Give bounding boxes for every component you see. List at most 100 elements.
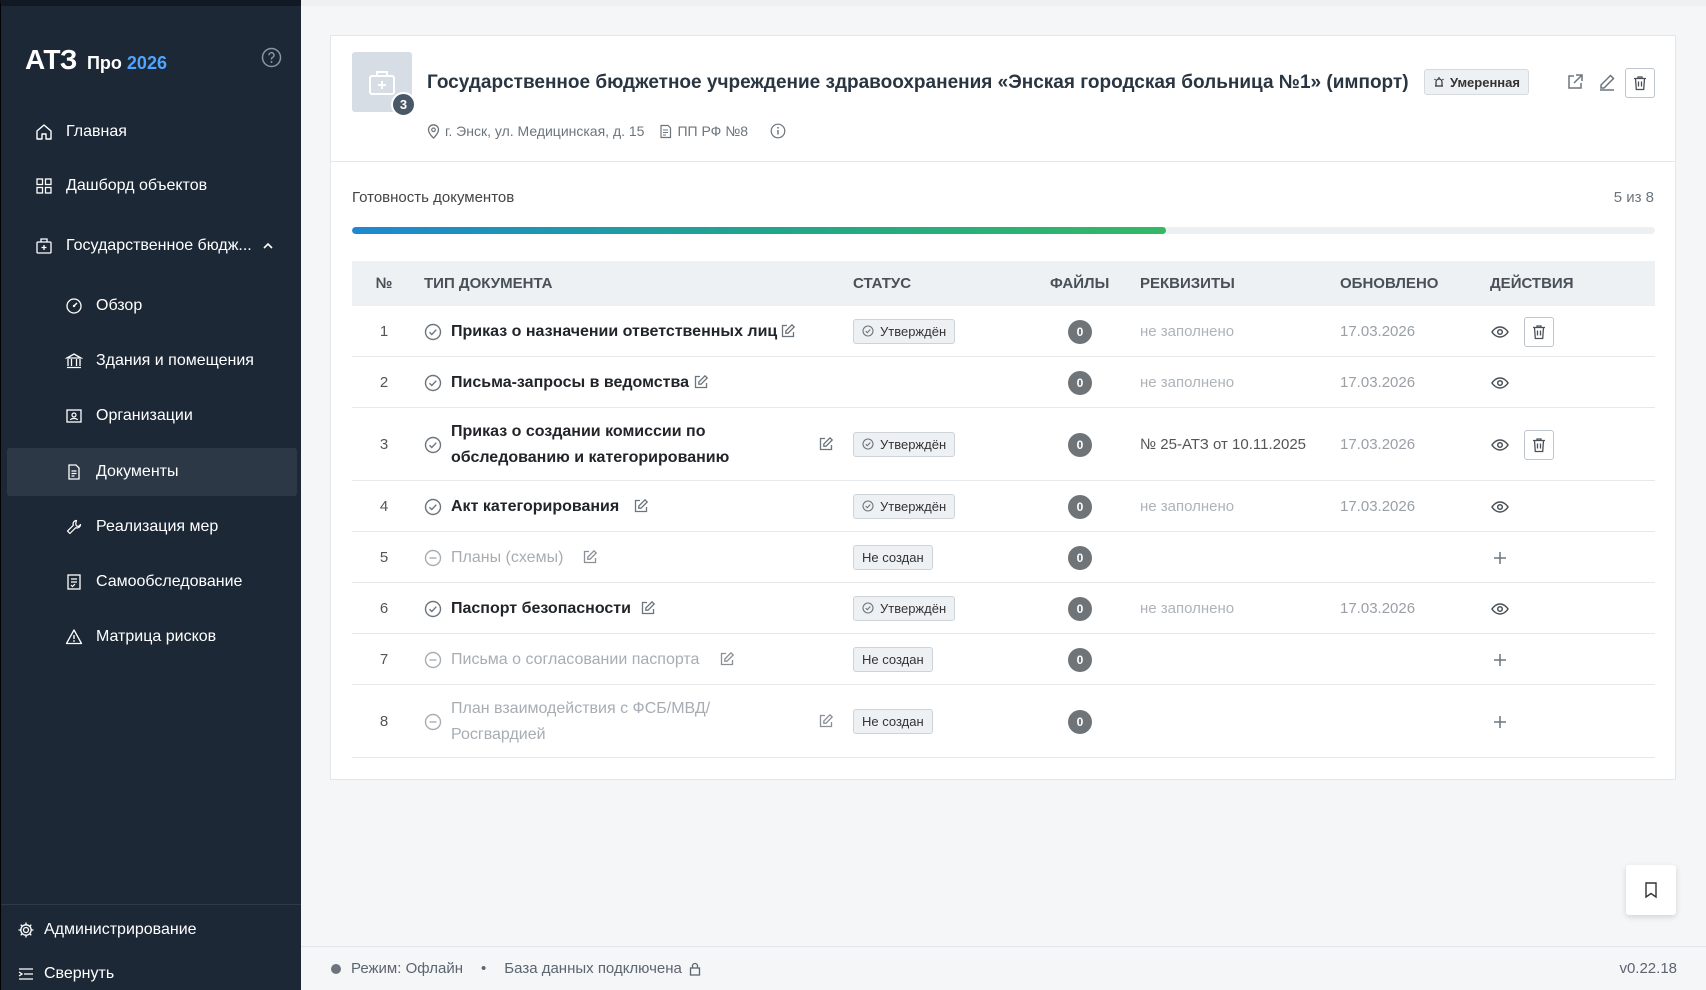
bank-icon bbox=[65, 352, 83, 370]
document-name[interactable]: Приказ о назначении ответственных лиц bbox=[451, 319, 777, 345]
nav-self-check[interactable]: Самообследование bbox=[7, 558, 297, 606]
document-name[interactable]: Приказ о создании комиссии по обследовани… bbox=[451, 419, 729, 471]
document-name[interactable]: Акт категорирования bbox=[451, 494, 619, 520]
status-check-icon bbox=[862, 438, 880, 450]
document-list-icon bbox=[660, 124, 672, 138]
gear-icon bbox=[17, 921, 35, 939]
collapse-button[interactable]: Свернуть bbox=[17, 965, 114, 983]
edit-icon[interactable] bbox=[693, 374, 709, 390]
grid-icon bbox=[35, 177, 53, 195]
files-count-badge[interactable]: 0 bbox=[1068, 432, 1092, 457]
readiness-progress-fill bbox=[352, 227, 1167, 234]
files-count-badge[interactable]: 0 bbox=[1068, 494, 1092, 519]
open-external-icon[interactable] bbox=[1565, 72, 1585, 92]
files-count-badge[interactable]: 0 bbox=[1068, 709, 1092, 734]
eye-icon[interactable] bbox=[1490, 322, 1510, 342]
object-badge-count: 3 bbox=[391, 92, 416, 117]
nav-dashboard[interactable]: Дашборд объектов bbox=[7, 162, 297, 210]
eye-icon[interactable] bbox=[1490, 599, 1510, 619]
card-divider bbox=[331, 161, 1675, 162]
requisites-value: не заполнено bbox=[1140, 322, 1235, 340]
edit-icon[interactable] bbox=[640, 600, 656, 616]
logo-year: 2026 bbox=[126, 53, 167, 73]
document-icon bbox=[65, 463, 83, 481]
hospital-icon bbox=[35, 237, 53, 255]
bookmark-button[interactable] bbox=[1626, 865, 1676, 915]
col-files: ФАЙЛЫ bbox=[1050, 275, 1110, 292]
status-badge: Не создан bbox=[853, 646, 933, 672]
files-count-badge[interactable]: 0 bbox=[1068, 319, 1092, 344]
delete-object-button[interactable] bbox=[1625, 68, 1655, 98]
object-title: Государственное бюджетное учреждение здр… bbox=[427, 72, 1409, 93]
files-count-badge[interactable]: 0 bbox=[1068, 596, 1092, 621]
documents-table: № ТИП ДОКУМЕНТА СТАТУС ФАЙЛЫ РЕКВИЗИТЫ О… bbox=[352, 261, 1655, 758]
table-row: 5 Планы (схемы) Не создан 0 bbox=[352, 532, 1655, 583]
plus-icon[interactable] bbox=[1491, 713, 1509, 731]
table-row: 6 Паспорт безопасности Утверждён 0 не заполн… bbox=[352, 583, 1655, 634]
nav-object-label: Государственное бюдж... bbox=[66, 237, 252, 254]
pencil-icon[interactable] bbox=[1597, 72, 1617, 92]
nav-measures[interactable]: Реализация мер bbox=[7, 503, 297, 551]
row-number: 6 bbox=[379, 599, 389, 617]
alarm-icon bbox=[1434, 77, 1444, 87]
files-count-badge[interactable]: 0 bbox=[1068, 545, 1092, 570]
status-check-icon bbox=[862, 500, 880, 512]
updated-date: 17.03.2026 bbox=[1340, 435, 1416, 453]
edit-icon[interactable] bbox=[633, 498, 649, 514]
status-check-icon bbox=[862, 325, 880, 337]
col-actions: ДЕЙСТВИЯ bbox=[1490, 275, 1574, 292]
files-count-badge[interactable]: 0 bbox=[1068, 647, 1092, 672]
collapse-icon bbox=[17, 965, 35, 983]
risk-level-badge: Умеренная bbox=[1424, 69, 1529, 95]
nav-home[interactable]: Главная bbox=[7, 108, 297, 156]
edit-icon[interactable] bbox=[818, 713, 834, 729]
eye-icon[interactable] bbox=[1490, 373, 1510, 393]
check-circle-icon bbox=[424, 498, 442, 516]
nav-risk-matrix-label: Матрица рисков bbox=[96, 628, 217, 645]
row-number: 1 bbox=[379, 322, 389, 340]
edit-icon[interactable] bbox=[582, 549, 598, 565]
document-name[interactable]: План взаимодействия с ФСБ/МВД/Росгвардие… bbox=[451, 696, 710, 748]
clipboard-check-icon bbox=[65, 573, 83, 591]
plus-icon[interactable] bbox=[1491, 549, 1509, 567]
edit-icon[interactable] bbox=[719, 651, 735, 667]
db-status: База данных подключена bbox=[504, 960, 682, 977]
files-count-badge[interactable]: 0 bbox=[1068, 370, 1092, 395]
document-name[interactable]: Паспорт безопасности bbox=[451, 596, 631, 622]
gauge-icon bbox=[65, 297, 83, 315]
edit-icon[interactable] bbox=[818, 436, 834, 452]
nav-organizations[interactable]: Организации bbox=[7, 392, 297, 440]
check-circle-icon bbox=[424, 374, 442, 392]
plus-icon[interactable] bbox=[1491, 651, 1509, 669]
nav-admin[interactable]: Администрирование bbox=[17, 921, 197, 939]
edit-icon[interactable] bbox=[780, 323, 796, 339]
delete-document-button[interactable] bbox=[1524, 429, 1554, 460]
document-name[interactable]: Письма-запросы в ведомства bbox=[451, 370, 689, 396]
nav-documents[interactable]: Документы bbox=[7, 448, 297, 496]
col-status: СТАТУС bbox=[853, 275, 912, 292]
readiness-label: Готовность документов bbox=[352, 189, 515, 206]
delete-document-button[interactable] bbox=[1524, 316, 1554, 347]
readiness-count: 5 из 8 bbox=[1613, 189, 1654, 206]
sidebar: АТЗ Про 2026 Главная Дашборд объектов Го… bbox=[0, 0, 302, 990]
help-icon[interactable] bbox=[261, 47, 282, 68]
nav-object[interactable]: Государственное бюдж... bbox=[7, 222, 297, 270]
bookmark-icon bbox=[1645, 882, 1657, 899]
row-number: 4 bbox=[379, 497, 389, 515]
eye-icon[interactable] bbox=[1490, 435, 1510, 455]
table-row: 1 Приказ о назначении ответственных лиц Ут… bbox=[352, 306, 1655, 357]
nav-self-check-label: Самообследование bbox=[96, 573, 243, 590]
app-logo[interactable]: АТЗ Про 2026 bbox=[25, 44, 167, 76]
status-bar: Режим: Офлайн • База данных подключена v… bbox=[301, 946, 1706, 990]
chevron-up-icon[interactable] bbox=[262, 240, 274, 252]
nav-risk-matrix[interactable]: Матрица рисков bbox=[7, 613, 297, 661]
requisites-value: не заполнено bbox=[1140, 497, 1235, 515]
row-number: 8 bbox=[379, 712, 389, 730]
document-name[interactable]: Планы (схемы) bbox=[451, 545, 563, 571]
risk-level-label: Умеренная bbox=[1450, 74, 1520, 90]
home-icon bbox=[35, 123, 53, 141]
eye-icon[interactable] bbox=[1490, 497, 1510, 517]
nav-overview[interactable]: Обзор bbox=[7, 282, 297, 330]
nav-buildings[interactable]: Здания и помещения bbox=[7, 337, 297, 385]
document-name[interactable]: Письма о согласовании паспорта bbox=[451, 647, 699, 673]
